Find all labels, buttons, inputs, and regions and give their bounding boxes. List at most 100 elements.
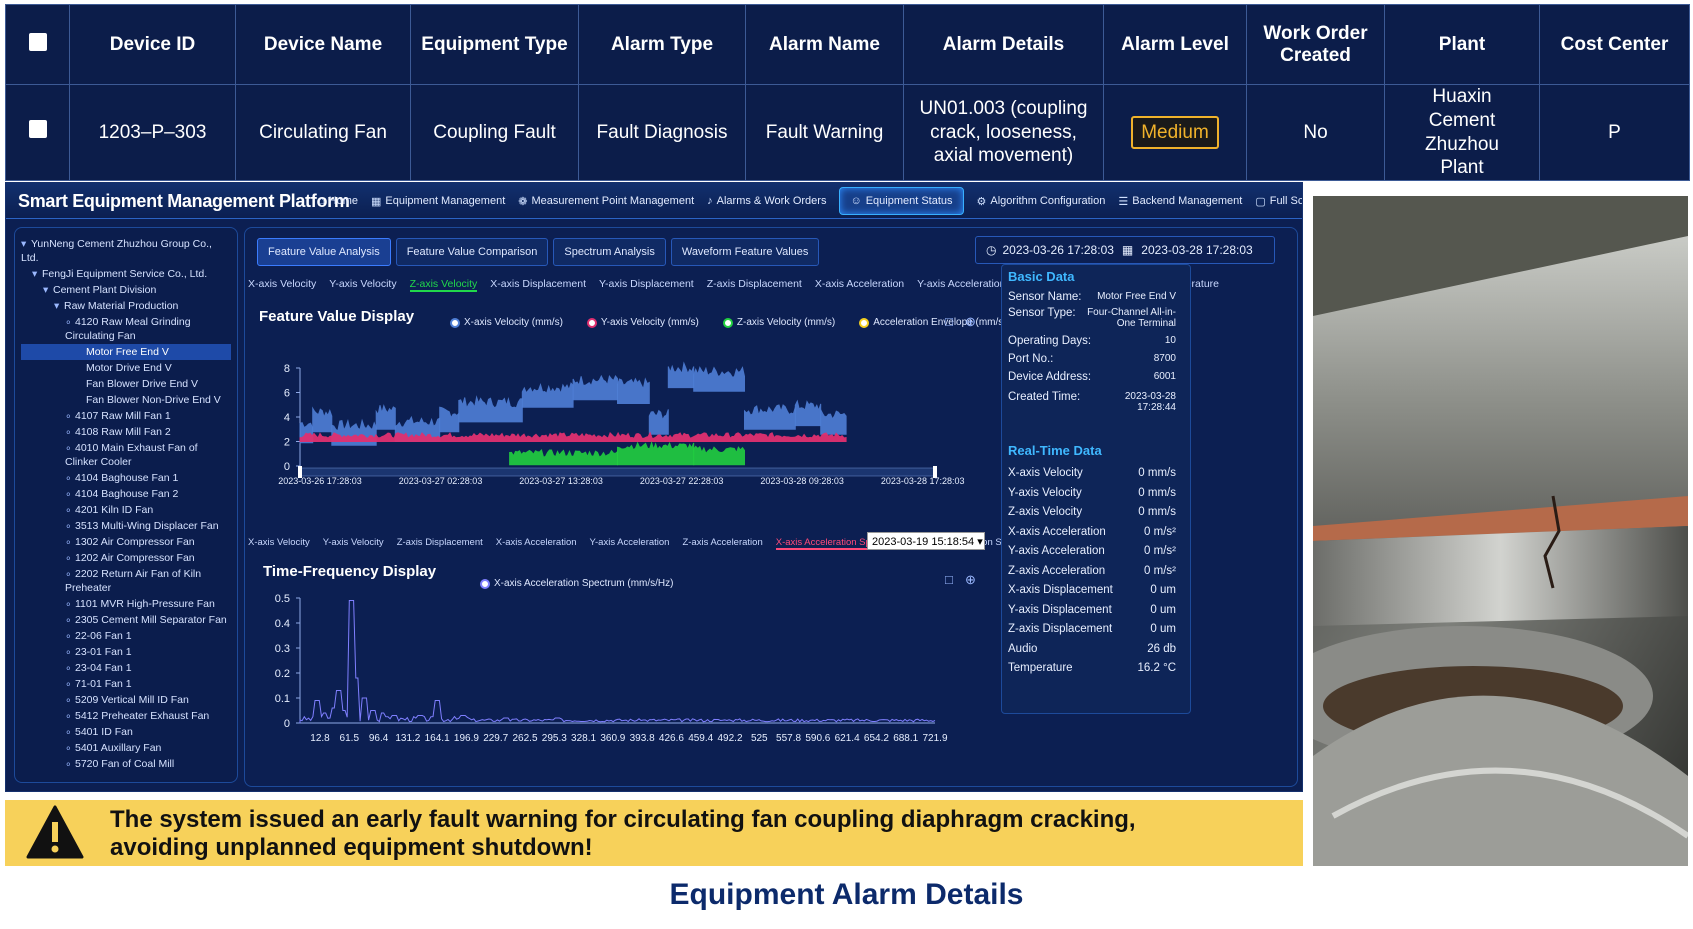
subtab-x-axis-displacement[interactable]: X-axis Displacement: [490, 278, 586, 292]
tab-feature-value-comparison[interactable]: Feature Value Comparison: [395, 238, 549, 266]
kv-value: 0 m/s²: [1144, 545, 1176, 557]
kv-row: Sensor Type: Four-Channel All-in-One Term…: [1008, 307, 1176, 329]
tree-item[interactable]: ∘ 1101 MVR High-Pressure Fan: [21, 596, 231, 612]
legend-item[interactable]: X-axis Velocity (mm/s): [450, 317, 575, 328]
tree-item[interactable]: ∘ 4010 Main Exhaust Fan of Clinker Cooler: [21, 440, 231, 470]
subtab-x-axis-velocity[interactable]: X-axis Velocity: [248, 537, 310, 550]
subtab-z-axis-velocity[interactable]: Z-axis Velocity: [409, 278, 478, 292]
cell-cost-center: P: [1539, 84, 1690, 181]
tree-item[interactable]: ∘ 1302 Air Compressor Fan: [21, 534, 231, 550]
tree-label: 4201 Kiln ID Fan: [75, 504, 154, 516]
nav-item-measurement-point-management[interactable]: ❁ Measurement Point Management: [518, 183, 694, 219]
subtab-y-axis-acceleration[interactable]: Y-axis Acceleration: [590, 537, 670, 550]
tree-item[interactable]: ∘ 4108 Raw Mill Fan 2: [21, 424, 231, 440]
legend-item[interactable]: Acceleration Envelope (mm/s): [859, 317, 1018, 328]
y-tick-label: 4: [284, 412, 290, 424]
tree-item[interactable]: ∘ 4201 Kiln ID Fan: [21, 502, 231, 518]
node-icon: ∘: [65, 426, 72, 438]
tree-item[interactable]: ∘ 2202 Return Air Fan of Kiln Preheater: [21, 566, 231, 596]
tree-item[interactable]: ∘ 22-06 Fan 1: [21, 628, 231, 644]
kv-key: Created Time:: [1008, 391, 1081, 403]
tree-item[interactable]: ∘ 23-04 Fan 1: [21, 660, 231, 676]
nav-item-home[interactable]: ⌂ Home: [318, 183, 358, 219]
tree-item[interactable]: ∘ 5401 Auxillary Fan: [21, 740, 231, 756]
subtab-x-axis-acceleration[interactable]: X-axis Acceleration: [815, 278, 904, 292]
kv-row: X-axis Acceleration 0 m/s²: [1008, 526, 1176, 538]
list-icon: ☰: [1118, 195, 1129, 208]
tree-item[interactable]: ▾ Cement Plant Division: [21, 282, 231, 298]
kv-value: 8700: [1153, 353, 1176, 364]
series-0-band: [744, 404, 796, 430]
kv-row: Device Address: 6001: [1008, 371, 1176, 383]
platform-title: Smart Equipment Management Platform: [18, 191, 350, 211]
legend-item[interactable]: Y-axis Velocity (mm/s): [586, 317, 711, 328]
legend-swatch: [586, 317, 597, 328]
subtab-z-axis-displacement[interactable]: Z-axis Displacement: [707, 278, 802, 292]
subtab-y-axis-displacement[interactable]: Y-axis Displacement: [599, 278, 694, 292]
tree-item[interactable]: ▾ YunNeng Cement Zhuzhou Group Co., Ltd.: [21, 236, 231, 266]
tree-label: 4120 Raw Meal Grinding Circulating Fan: [65, 316, 191, 342]
tree-item[interactable]: ∘ 4120 Raw Meal Grinding Circulating Fan: [21, 314, 231, 344]
series-0-band: [648, 409, 669, 435]
tree-item[interactable]: ∘ 5209 Vertical Mill ID Fan: [21, 692, 231, 708]
basic-data-title: Basic Data: [1008, 269, 1075, 284]
tree-item[interactable]: ∘ 5412 Preheater Exhaust Fan: [21, 708, 231, 724]
tree-item[interactable]: ∘ 3513 Multi-Wing Displacer Fan: [21, 518, 231, 534]
reset-icon[interactable]: □: [945, 314, 953, 329]
nav-item-full-screen[interactable]: ▢Full Screen: [1255, 183, 1302, 219]
tree-item[interactable]: ∘ 1202 Air Compressor Fan: [21, 550, 231, 566]
nav-item-equipment-status[interactable]: ☺ Equipment Status: [839, 187, 964, 215]
x-tick-label: 2023-03-27 13:28:03: [519, 476, 603, 486]
nav-item-equipment-management[interactable]: ▦ Equipment Management: [371, 183, 505, 219]
tree-item[interactable]: Motor Free End V: [21, 344, 231, 360]
series-0-band: [617, 377, 650, 404]
download-icon[interactable]: ⊕: [965, 572, 976, 588]
tree-item[interactable]: ∘ 2305 Cement Mill Separator Fan: [21, 612, 231, 628]
subtab-y-axis-velocity[interactable]: Y-axis Velocity: [323, 537, 384, 550]
tree-item[interactable]: Fan Blower Drive End V: [21, 376, 231, 392]
subtab-z-axis-acceleration[interactable]: Z-axis Acceleration: [682, 537, 762, 550]
tab-waveform-feature-values[interactable]: Waveform Feature Values: [670, 238, 820, 266]
table-row[interactable]: 1203–P–303 Circulating Fan Coupling Faul…: [5, 84, 1690, 181]
kv-row: Sensor Name: Motor Free End V: [1008, 291, 1176, 303]
tree-item[interactable]: ∘ 71-01 Fan 1: [21, 676, 231, 692]
subtab-x-axis-acceleration[interactable]: X-axis Acceleration: [496, 537, 577, 550]
row-select-cell[interactable]: [5, 84, 70, 181]
select-all-checkbox[interactable]: [28, 32, 47, 51]
tree-item[interactable]: ∘ 4107 Raw Mill Fan 1: [21, 408, 231, 424]
node-icon: ∘: [65, 520, 72, 532]
legend-item[interactable]: Z-axis Velocity (mm/s): [722, 317, 847, 328]
download-icon[interactable]: ⊕: [965, 314, 976, 330]
kv-value: 0 mm/s: [1138, 467, 1176, 479]
tree-item[interactable]: ∘ 5720 Fan of Coal Mill: [21, 756, 231, 772]
series-0-band: [458, 395, 523, 423]
subtab-y-axis-velocity[interactable]: Y-axis Velocity: [329, 278, 396, 292]
header-alarm-name: Alarm Name: [745, 4, 904, 85]
tab-feature-value-analysis[interactable]: Feature Value Analysis: [257, 238, 391, 266]
tree-item[interactable]: Fan Blower Non-Drive End V: [21, 392, 231, 408]
tree-item[interactable]: ▾ Raw Material Production: [21, 298, 231, 314]
select-all-cell[interactable]: [5, 4, 70, 85]
kv-key: Z-axis Velocity: [1008, 506, 1083, 518]
nav-item-algorithm-configuration[interactable]: ⚙ Algorithm Configuration: [977, 183, 1106, 219]
legend-item[interactable]: X-axis Acceleration Spectrum (mm/s/Hz): [480, 578, 686, 589]
tree-item[interactable]: ∘ 23-01 Fan 1: [21, 644, 231, 660]
date-range-picker[interactable]: ◷ 2023-03-26 17:28:03 ▦ 2023-03-28 17:28…: [975, 236, 1275, 264]
subtab-x-axis-velocity[interactable]: X-axis Velocity: [248, 278, 316, 292]
spectrum-date-select[interactable]: 2023-03-19 15:18:54 ▾: [867, 532, 985, 550]
reset-icon[interactable]: □: [945, 572, 953, 587]
nav-item-backend-management[interactable]: ☰ Backend Management: [1118, 183, 1242, 219]
tree-item[interactable]: Motor Drive End V: [21, 360, 231, 376]
tree-item[interactable]: ∘ 4104 Baghouse Fan 1: [21, 470, 231, 486]
series-0-band: [667, 361, 695, 389]
node-icon: ∘: [65, 316, 72, 328]
tree-item[interactable]: ∘ 5401 ID Fan: [21, 724, 231, 740]
node-icon: ∘: [65, 472, 72, 484]
tab-spectrum-analysis[interactable]: Spectrum Analysis: [553, 238, 666, 266]
subtab-y-axis-acceleration[interactable]: Y-axis Acceleration: [917, 278, 1005, 292]
subtab-z-axis-displacement[interactable]: Z-axis Displacement: [397, 537, 483, 550]
nav-item-alarms-work-orders[interactable]: ♪ Alarms & Work Orders: [707, 183, 826, 219]
tree-item[interactable]: ∘ 4104 Baghouse Fan 2: [21, 486, 231, 502]
tree-item[interactable]: ▾ FengJi Equipment Service Co., Ltd.: [21, 266, 231, 282]
row-checkbox[interactable]: [28, 120, 47, 139]
